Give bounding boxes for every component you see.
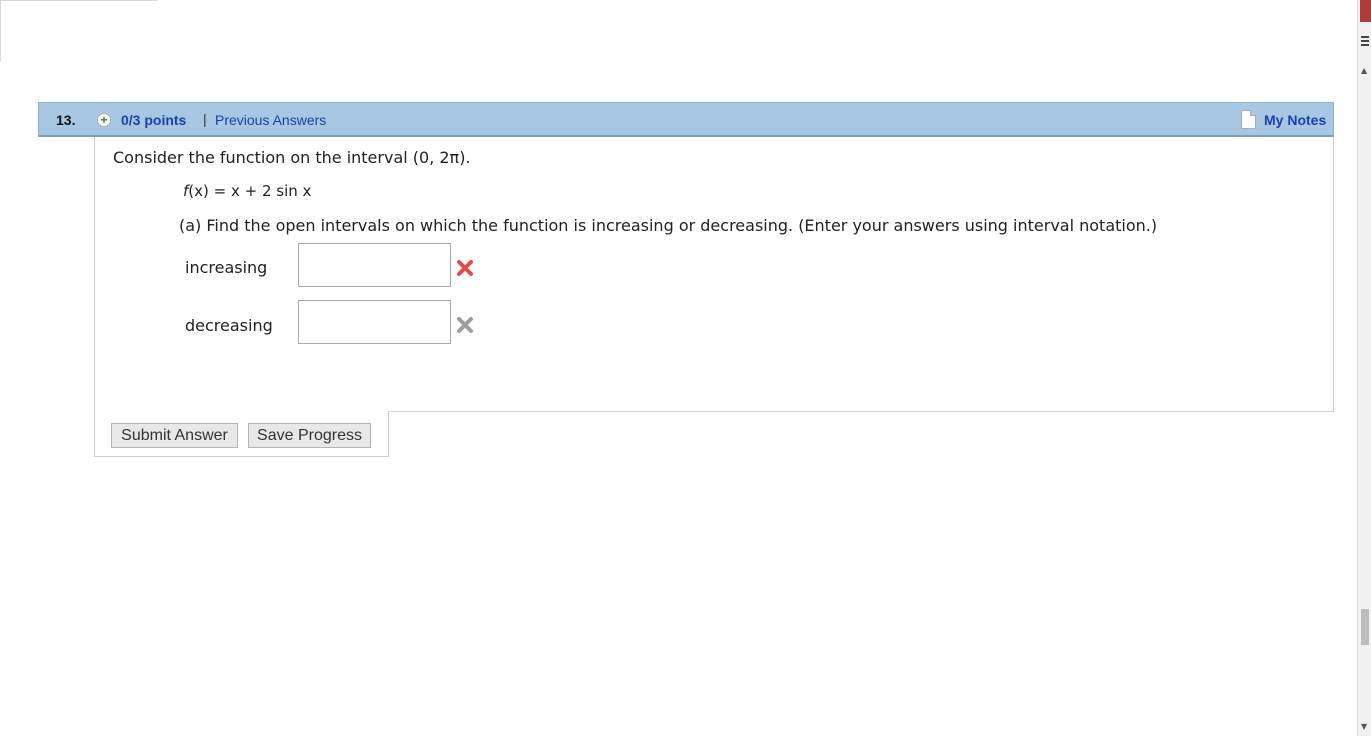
function-definition: f(x) = x + 2 sin x	[183, 182, 311, 200]
submit-answer-button[interactable]: Submit Answer	[111, 423, 238, 448]
notes-page-icon[interactable]	[1241, 110, 1256, 129]
unanswered-x-icon	[457, 317, 473, 333]
part-a-prompt: (a) Find the open intervals on which the…	[179, 216, 1158, 235]
decreasing-label: decreasing	[185, 316, 273, 335]
question-header: 13. + 0/3 points | Previous Answers My N…	[38, 102, 1334, 137]
left-edge-line	[0, 0, 1, 62]
function-expression: (x) = x + 2 sin x	[188, 182, 312, 200]
my-notes-link[interactable]: My Notes	[1264, 112, 1326, 128]
increasing-input[interactable]	[298, 243, 451, 287]
scrollbar-marker	[1360, 0, 1371, 22]
expand-plus-icon[interactable]: +	[97, 113, 111, 127]
previous-answers-link[interactable]: Previous Answers	[215, 112, 326, 128]
top-edge-line	[0, 0, 157, 1]
incorrect-x-icon	[457, 260, 473, 276]
decreasing-input[interactable]	[298, 300, 451, 344]
question-panel	[94, 137, 1334, 412]
scrollbar-thumb[interactable]	[1361, 609, 1369, 645]
header-separator: |	[203, 111, 207, 127]
save-progress-button[interactable]: Save Progress	[248, 423, 371, 448]
scroll-up-arrow-icon[interactable]: ▲	[1361, 66, 1367, 75]
increasing-label: increasing	[185, 258, 268, 277]
menu-icon[interactable]	[1361, 36, 1369, 48]
question-number: 13.	[56, 112, 76, 128]
scroll-down-arrow-icon[interactable]: ▼	[1361, 722, 1367, 731]
question-intro: Consider the function on the interval (0…	[113, 148, 471, 167]
vertical-scrollbar[interactable]: ▲ ▼	[1357, 0, 1371, 736]
points-link[interactable]: 0/3 points	[121, 112, 186, 128]
